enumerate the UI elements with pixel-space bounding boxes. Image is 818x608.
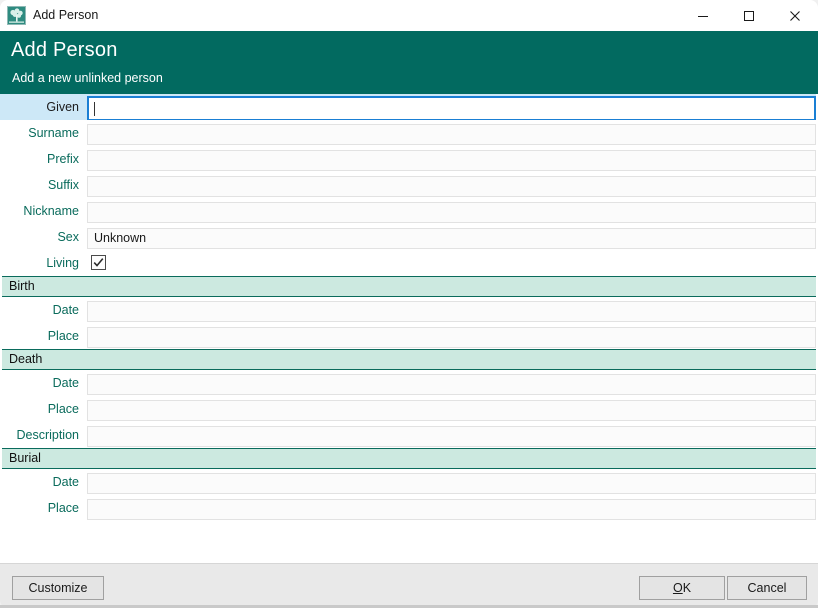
input-prefix[interactable]	[87, 150, 816, 171]
field-area	[84, 198, 816, 224]
field-label: Date	[52, 303, 79, 317]
field-label: Nickname	[23, 204, 79, 218]
field-label: Date	[52, 376, 79, 390]
input-place[interactable]	[87, 499, 816, 520]
field-area	[84, 297, 816, 323]
form-row-given[interactable]: Given	[0, 94, 818, 121]
dialog-banner: Add Person Add a new unlinked person	[0, 31, 818, 94]
field-label: Suffix	[47, 178, 79, 192]
input-date[interactable]	[87, 301, 816, 322]
section-title: Death	[9, 352, 43, 366]
field-label: Living	[46, 256, 79, 270]
title-bar[interactable]: Add Person	[0, 0, 818, 31]
minimize-icon[interactable]	[680, 0, 726, 31]
dialog-footer: Customize OK Cancel	[0, 563, 818, 608]
field-label: Description	[16, 428, 79, 442]
input-place[interactable]	[87, 327, 816, 348]
section-header-birth: Birth	[2, 276, 816, 297]
section-header-burial: Burial	[2, 448, 816, 469]
form-row-nickname[interactable]: Nickname	[0, 198, 818, 224]
form-row-surname[interactable]: Surname	[0, 120, 818, 146]
field-area	[84, 396, 816, 422]
window-title: Add Person	[33, 8, 99, 22]
form-row-place[interactable]: Place	[0, 396, 818, 422]
field-label: Date	[52, 475, 79, 489]
field-label: Place	[47, 329, 79, 343]
field-label: Surname	[28, 126, 79, 140]
form-row-suffix[interactable]: Suffix	[0, 172, 818, 198]
cancel-button[interactable]: Cancel	[727, 576, 807, 600]
field-area	[84, 146, 816, 172]
input-suffix[interactable]	[87, 176, 816, 197]
field-label: Prefix	[47, 152, 79, 166]
person-form: Given Surname Prefix Suffix Nickname Sex Unkno…	[0, 94, 818, 563]
add-person-dialog: Add Person Add Person Add a new unlinked…	[0, 0, 818, 608]
text-caret	[94, 102, 95, 116]
input-place[interactable]	[87, 400, 816, 421]
family-tree-icon	[7, 6, 26, 25]
ok-rest-letters: K	[682, 581, 692, 595]
field-area	[84, 172, 816, 198]
page-title: Add Person	[11, 39, 118, 61]
input-sex[interactable]: Unknown	[87, 228, 816, 249]
field-area	[84, 495, 816, 521]
input-given[interactable]	[87, 96, 816, 121]
input-description[interactable]	[87, 426, 816, 447]
input-nickname[interactable]	[87, 202, 816, 223]
living-checkbox[interactable]	[91, 255, 106, 270]
form-row-description[interactable]: Description	[0, 422, 818, 448]
field-area	[84, 469, 816, 495]
field-area	[84, 422, 816, 448]
field-area	[84, 120, 816, 146]
field-label: Place	[47, 402, 79, 416]
form-row-date[interactable]: Date	[0, 370, 818, 396]
form-row-sex[interactable]: Sex Unknown	[0, 224, 818, 250]
field-label: Sex	[57, 230, 79, 244]
section-title: Burial	[9, 451, 41, 465]
section-header-death: Death	[2, 349, 816, 370]
form-row-living[interactable]: Living	[0, 250, 818, 276]
ok-button[interactable]: OK	[639, 576, 725, 600]
form-row-prefix[interactable]: Prefix	[0, 146, 818, 172]
ok-accel-letter: O	[672, 581, 683, 595]
input-surname[interactable]	[87, 124, 816, 145]
page-subtitle: Add a new unlinked person	[12, 71, 163, 85]
input-date[interactable]	[87, 473, 816, 494]
form-row-place[interactable]: Place	[0, 495, 818, 521]
field-area	[84, 323, 816, 349]
field-area	[84, 94, 816, 121]
form-row-date[interactable]: Date	[0, 469, 818, 495]
close-icon[interactable]	[772, 0, 818, 31]
input-date[interactable]	[87, 374, 816, 395]
form-row-date[interactable]: Date	[0, 297, 818, 323]
field-label: Given	[0, 94, 84, 120]
section-title: Birth	[9, 279, 35, 293]
field-area	[84, 250, 816, 276]
field-area: Unknown	[84, 224, 816, 250]
maximize-icon[interactable]	[726, 0, 772, 31]
form-row-place[interactable]: Place	[0, 323, 818, 349]
field-area	[84, 370, 816, 396]
customize-button[interactable]: Customize	[12, 576, 104, 600]
field-label: Place	[47, 501, 79, 515]
